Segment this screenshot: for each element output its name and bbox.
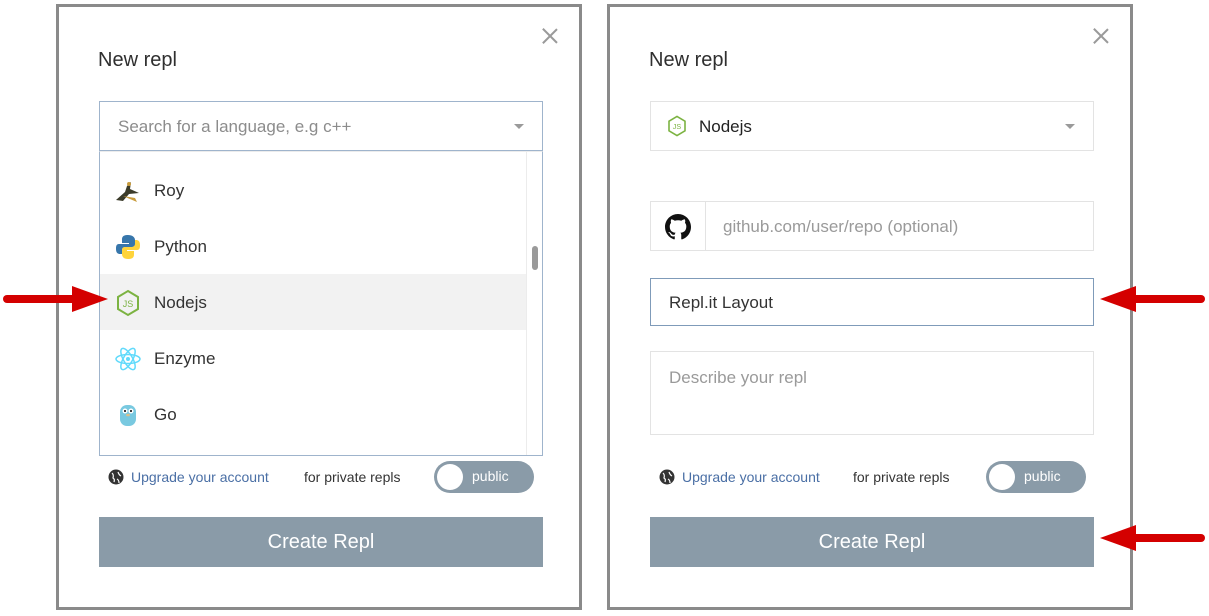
toggle-knob[interactable] [437,464,463,490]
option-label: Nodejs [154,293,207,312]
github-icon [665,214,691,240]
language-select[interactable]: JS Nodejs [650,101,1094,151]
github-icon-box [651,202,706,250]
new-repl-dialog-left: New repl Search for a language, e.g c++ … [56,4,582,610]
annotation-arrow-left-icon [1100,525,1205,551]
repl-name-input[interactable]: Repl.it Layout [650,278,1094,326]
svg-text:JS: JS [123,299,134,309]
language-option-enzyme[interactable]: Enzyme [100,330,527,386]
language-search-input[interactable]: Search for a language, e.g c++ [118,117,351,137]
language-option-python[interactable]: Python [100,218,527,274]
toggle-label: public [472,468,509,484]
language-search-select[interactable]: Search for a language, e.g c++ [99,101,543,151]
private-repls-text: for private repls [853,469,950,485]
option-label: Go [154,405,177,424]
language-dropdown: Roy Python JS Nodejs Enzyme Go [99,151,543,456]
close-icon[interactable] [1092,27,1110,45]
go-icon [120,405,136,426]
repl-name-value[interactable]: Repl.it Layout [669,293,773,313]
dropdown-scrollbar[interactable] [526,152,542,455]
globe-icon [659,469,675,485]
python-icon [116,235,140,259]
github-import-field[interactable]: github.com/user/repo (optional) [650,201,1094,251]
selected-language: Nodejs [699,117,752,136]
close-icon[interactable] [541,27,559,45]
dialog-title: New repl [649,49,728,71]
toggle-label: public [1024,468,1061,484]
globe-icon [108,469,124,485]
annotation-arrow-left-icon [1100,286,1205,312]
github-url-input[interactable]: github.com/user/repo (optional) [723,217,958,237]
upgrade-account-link[interactable]: Upgrade your account [131,469,269,485]
annotation-arrow-right-icon [3,286,108,312]
new-repl-dialog-right: New repl JS Nodejs github.com/user/repo … [607,4,1133,610]
enzyme-icon [115,347,141,371]
language-option-nodejs[interactable]: JS Nodejs [100,274,527,330]
option-label: Roy [154,181,185,200]
nodejs-icon: JS [117,289,139,317]
public-toggle[interactable]: public [434,461,534,493]
chevron-down-icon[interactable] [514,124,524,129]
option-label: Enzyme [154,349,216,368]
description-placeholder[interactable]: Describe your repl [669,368,807,388]
language-option-go[interactable]: Go [100,386,527,442]
svg-text:JS: JS [673,122,682,131]
upgrade-account-link[interactable]: Upgrade your account [682,469,820,485]
scrollbar-thumb[interactable] [532,246,538,270]
roy-icon [116,182,139,202]
public-toggle[interactable]: public [986,461,1086,493]
option-label: Python [154,237,207,256]
chevron-down-icon[interactable] [1065,124,1075,129]
private-repls-text: for private repls [304,469,401,485]
create-repl-button[interactable]: Create Repl [99,517,543,567]
language-option-roy[interactable]: Roy [100,162,527,218]
nodejs-icon: JS [668,115,686,137]
dialog-title: New repl [98,49,177,71]
description-textarea[interactable]: Describe your repl [650,351,1094,435]
create-repl-button[interactable]: Create Repl [650,517,1094,567]
toggle-knob[interactable] [989,464,1015,490]
